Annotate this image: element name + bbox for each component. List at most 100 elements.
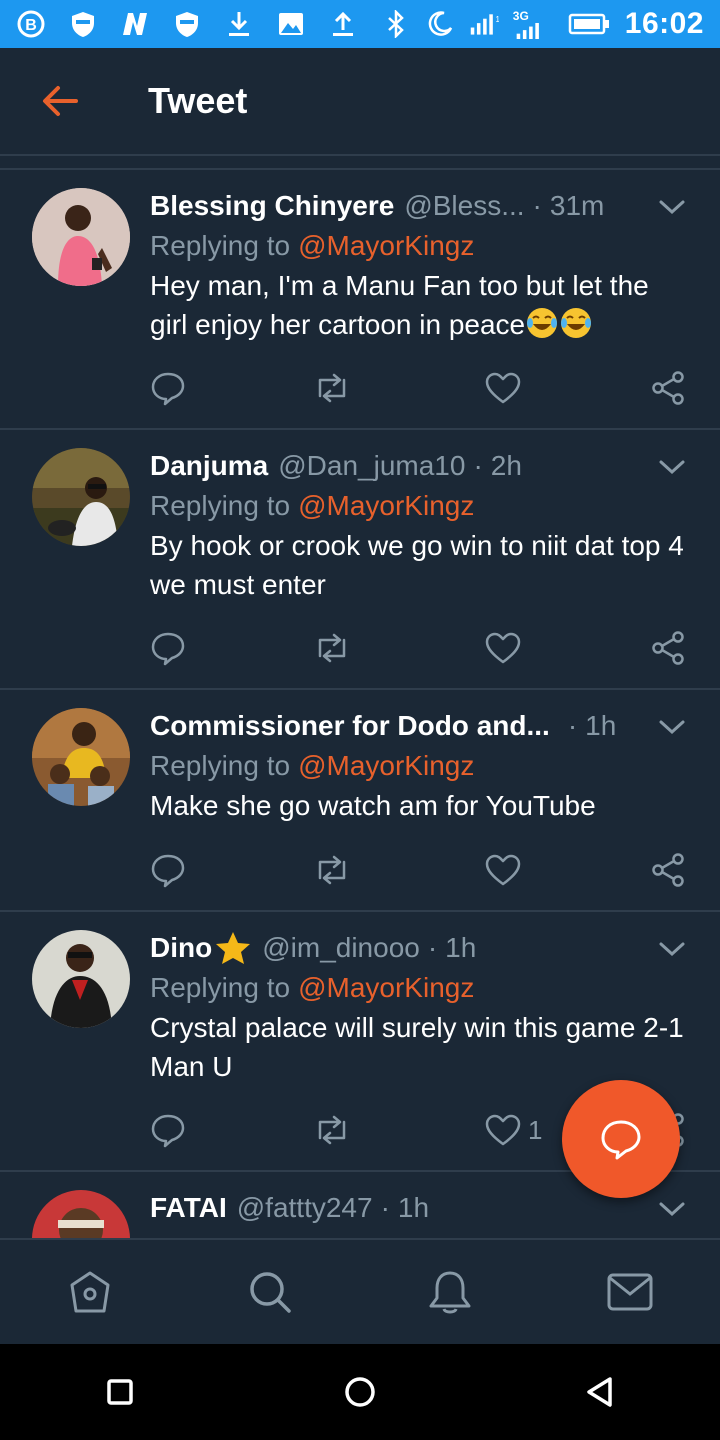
reply-button[interactable] xyxy=(150,852,186,888)
retweet-icon xyxy=(318,633,346,663)
retweet-button[interactable] xyxy=(312,1112,352,1148)
nav-messages[interactable] xyxy=(585,1247,675,1337)
separator-dot: · xyxy=(567,710,578,741)
chevron-down-icon[interactable] xyxy=(654,192,690,222)
messages-icon xyxy=(607,1273,653,1311)
author-name[interactable]: Commissioner for Dodo and... xyxy=(150,710,550,742)
author-handle[interactable]: @Bless... xyxy=(404,190,524,222)
tweet-time: 1h xyxy=(445,932,477,963)
bluetooth-icon xyxy=(381,9,411,39)
reply-feed[interactable]: Blessing Chinyere @Bless... · 31m Replyi… xyxy=(0,156,720,1238)
share-button[interactable] xyxy=(650,630,686,666)
author-handle[interactable]: @im_dinooo xyxy=(262,932,420,964)
separator-dot: · xyxy=(427,932,438,963)
shield-icon xyxy=(68,9,98,39)
replying-to-handle[interactable]: @MayorKingz xyxy=(298,230,474,262)
triangle-back-icon xyxy=(587,1377,612,1407)
battery-icon xyxy=(567,9,611,39)
like-button[interactable] xyxy=(484,370,528,406)
tweet-actions xyxy=(150,850,690,890)
tweet-item[interactable]: Blessing Chinyere @Bless... · 31m Replyi… xyxy=(0,170,720,430)
retweet-icon xyxy=(318,373,346,403)
separator-dot: · xyxy=(473,450,483,481)
tweet-item[interactable]: Danjuma @Dan_juma10 · 2h Replying to @Ma… xyxy=(0,430,720,690)
reply-icon xyxy=(601,1120,641,1160)
author-name[interactable]: FATAI xyxy=(150,1192,227,1224)
svg-text:1: 1 xyxy=(495,15,499,24)
avatar[interactable] xyxy=(32,1190,130,1238)
replying-to-handle[interactable]: @MayorKingz xyxy=(298,972,474,1004)
system-navigation xyxy=(0,1344,720,1440)
share-icon xyxy=(652,631,684,665)
tweet-item[interactable]: Commissioner for Dodo and... · 1h Replyi… xyxy=(0,690,720,912)
replying-label: Replying to xyxy=(150,750,291,781)
signal-icon: 1 xyxy=(469,9,499,39)
share-button[interactable] xyxy=(650,852,686,888)
replying-label: Replying to xyxy=(150,230,291,261)
replying-to: Replying to @MayorKingz xyxy=(150,226,690,266)
replying-to-handle[interactable]: @MayorKingz xyxy=(298,490,474,522)
reply-button[interactable] xyxy=(150,370,186,406)
retweet-icon xyxy=(318,1115,346,1145)
download-icon xyxy=(224,9,254,39)
avatar[interactable] xyxy=(32,930,130,1028)
n-app-icon xyxy=(120,9,150,39)
tweet-meta: Commissioner for Dodo and... · 1h xyxy=(150,706,690,746)
tweet-meta: Danjuma @Dan_juma10 · 2h xyxy=(150,446,690,486)
tweet-time: 1h xyxy=(397,1192,430,1223)
author-handle[interactable]: @fattty247 xyxy=(237,1192,373,1224)
replying-to-handle[interactable]: @MayorKingz xyxy=(298,750,474,782)
heart-icon xyxy=(485,372,521,404)
star-icon xyxy=(216,932,251,964)
avatar[interactable] xyxy=(32,708,130,806)
status-bar: B 1 3G xyxy=(0,0,720,48)
circle-icon xyxy=(345,1377,375,1407)
compose-reply-button[interactable] xyxy=(562,1080,680,1198)
clock: 16:02 xyxy=(624,7,704,40)
nav-notifications[interactable] xyxy=(405,1247,495,1337)
tweet-text: Hey man, I'm a Manu Fan too but let the … xyxy=(150,266,690,344)
heart-icon xyxy=(485,1114,521,1146)
nav-home[interactable] xyxy=(45,1247,135,1337)
reply-icon xyxy=(151,1114,185,1148)
back-button[interactable] xyxy=(0,47,120,155)
avatar[interactable] xyxy=(32,448,130,546)
author-name[interactable]: Dino xyxy=(150,932,212,964)
signal-icon: 3G xyxy=(513,9,553,39)
avatar[interactable] xyxy=(32,188,130,286)
share-button[interactable] xyxy=(650,370,686,406)
like-button[interactable]: 1 xyxy=(484,1112,542,1148)
upload-icon xyxy=(328,9,358,39)
replying-to: Replying to @MayorKingz xyxy=(150,968,690,1008)
image-icon xyxy=(276,9,306,39)
back-system-button[interactable] xyxy=(560,1352,640,1432)
separator-dot: · xyxy=(380,1192,390,1223)
like-button[interactable] xyxy=(484,630,528,666)
b-app-icon: B xyxy=(16,9,46,39)
retweet-icon xyxy=(318,855,346,885)
chevron-down-icon[interactable] xyxy=(654,452,690,482)
divider xyxy=(0,156,720,170)
tweet-time: 2h xyxy=(490,450,522,481)
author-name[interactable]: Danjuma xyxy=(150,450,268,482)
laughing-emoji-icon xyxy=(561,308,592,338)
author-name[interactable]: Blessing Chinyere xyxy=(150,190,394,222)
like-button[interactable] xyxy=(484,852,528,888)
retweet-button[interactable] xyxy=(312,370,352,406)
recents-button[interactable] xyxy=(80,1352,160,1432)
retweet-button[interactable] xyxy=(312,852,352,888)
reply-button[interactable] xyxy=(150,630,186,666)
page-title: Tweet xyxy=(148,80,248,121)
reply-button[interactable] xyxy=(150,1112,186,1148)
chevron-down-icon[interactable] xyxy=(654,712,690,742)
chevron-down-icon[interactable] xyxy=(654,1194,690,1224)
home-button[interactable] xyxy=(320,1352,400,1432)
author-handle[interactable]: @Dan_juma10 xyxy=(278,450,465,482)
replying-label: Replying to xyxy=(150,490,291,521)
chevron-down-icon[interactable] xyxy=(654,934,690,964)
reply-icon xyxy=(151,372,185,406)
shield-icon xyxy=(172,9,202,39)
replying-to: Replying to @MayorKingz xyxy=(150,746,690,786)
retweet-button[interactable] xyxy=(312,630,352,666)
nav-search[interactable] xyxy=(225,1247,315,1337)
